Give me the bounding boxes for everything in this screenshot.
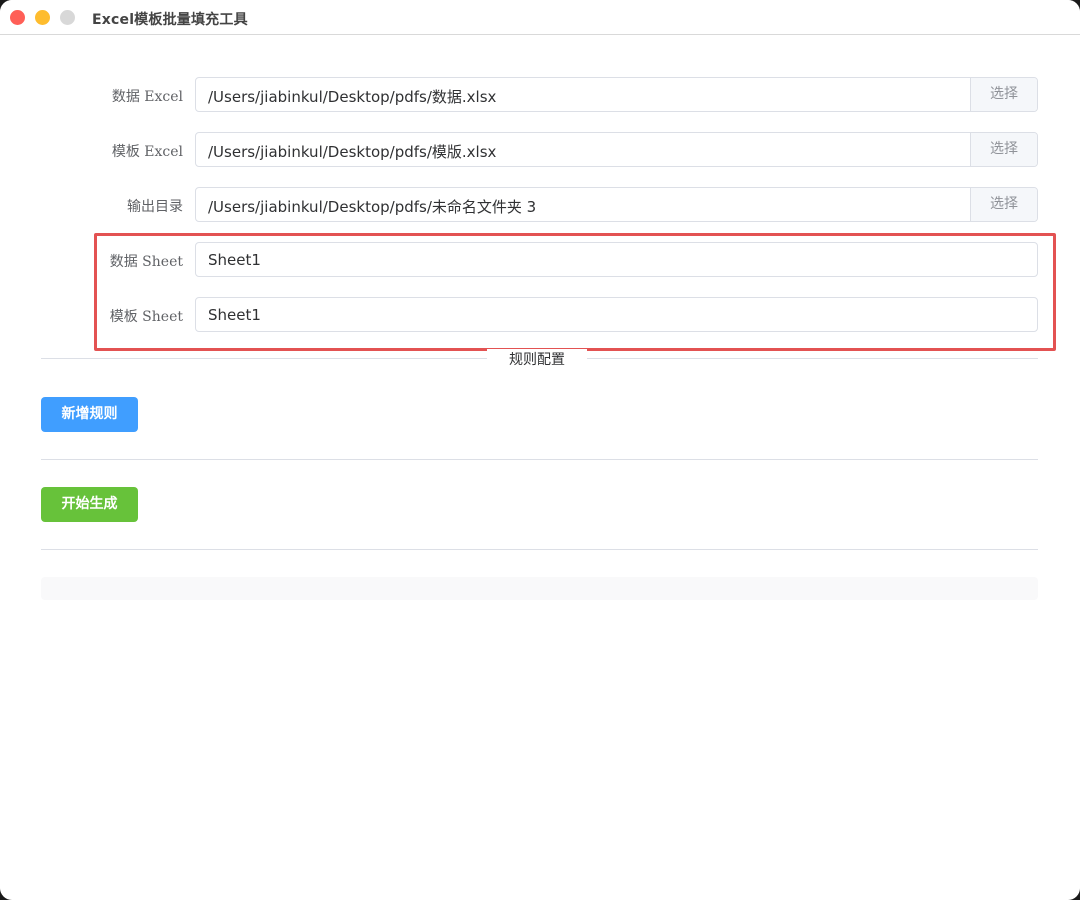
title-bar: Excel模板批量填充工具 <box>0 0 1080 35</box>
data-excel-label: 数据 Excel <box>111 89 183 105</box>
window-title: Excel模板批量填充工具 <box>92 12 248 28</box>
template-excel-field[interactable]: /Users/jiabinkul/Desktop/pdfs/模版.xlsx 选择 <box>195 132 1038 167</box>
app-window: Excel模板批量填充工具 数据 Excel /Users/jiabinkul/… <box>0 0 1080 900</box>
output-dir-select-button[interactable]: 选择 <box>970 188 1037 221</box>
log-output-area <box>41 577 1038 600</box>
output-dir-label: 输出目录 <box>127 199 183 215</box>
actions-divider <box>41 459 1038 460</box>
template-excel-path[interactable]: /Users/jiabinkul/Desktop/pdfs/模版.xlsx <box>208 141 496 162</box>
log-divider <box>41 549 1038 550</box>
data-excel-path[interactable]: /Users/jiabinkul/Desktop/pdfs/数据.xlsx <box>208 86 496 107</box>
data-excel-row: 数据 Excel /Users/jiabinkul/Desktop/pdfs/数… <box>0 77 1080 113</box>
start-generate-button[interactable]: 开始生成 <box>41 487 138 522</box>
output-dir-path[interactable]: /Users/jiabinkul/Desktop/pdfs/未命名文件夹 3 <box>208 196 536 217</box>
data-excel-select-button[interactable]: 选择 <box>970 78 1037 111</box>
output-dir-row: 输出目录 /Users/jiabinkul/Desktop/pdfs/未命名文件… <box>0 187 1080 223</box>
close-window-button[interactable] <box>10 10 25 25</box>
template-excel-row: 模板 Excel /Users/jiabinkul/Desktop/pdfs/模… <box>0 132 1080 168</box>
template-excel-select-button[interactable]: 选择 <box>970 133 1037 166</box>
add-rule-button[interactable]: 新增规则 <box>41 397 138 432</box>
minimize-window-button[interactable] <box>35 10 50 25</box>
rules-section-title: 规则配置 <box>487 349 587 369</box>
maximize-window-button[interactable] <box>60 10 75 25</box>
sheet-fields-highlight <box>94 233 1056 351</box>
data-excel-field[interactable]: /Users/jiabinkul/Desktop/pdfs/数据.xlsx 选择 <box>195 77 1038 112</box>
output-dir-field[interactable]: /Users/jiabinkul/Desktop/pdfs/未命名文件夹 3 选… <box>195 187 1038 222</box>
template-excel-label: 模板 Excel <box>111 144 183 160</box>
